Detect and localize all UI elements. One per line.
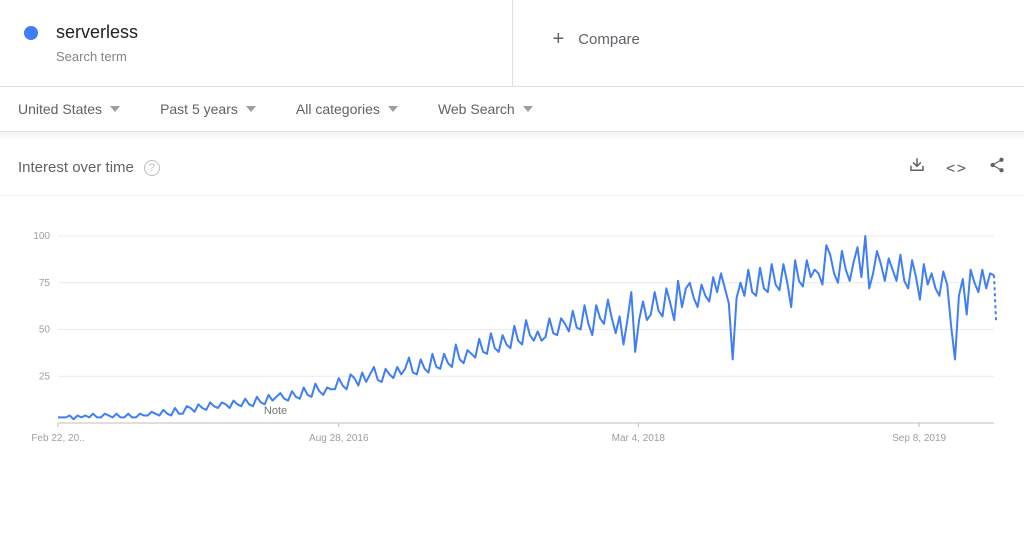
filter-type-label: Web Search bbox=[438, 101, 515, 117]
compare-button[interactable]: + Compare bbox=[537, 22, 1001, 51]
svg-text:100: 100 bbox=[33, 231, 50, 242]
share-icon[interactable] bbox=[988, 156, 1006, 179]
filter-category-label: All categories bbox=[296, 101, 380, 117]
plus-icon: + bbox=[553, 28, 565, 51]
filter-time-label: Past 5 years bbox=[160, 101, 238, 117]
svg-text:Mar 4, 2018: Mar 4, 2018 bbox=[612, 433, 666, 444]
help-icon[interactable]: ? bbox=[144, 160, 160, 176]
download-icon[interactable] bbox=[908, 156, 926, 179]
chevron-down-icon bbox=[523, 106, 533, 112]
svg-text:75: 75 bbox=[39, 278, 51, 289]
svg-text:Feb 22, 20..: Feb 22, 20.. bbox=[31, 433, 84, 444]
chevron-down-icon bbox=[110, 106, 120, 112]
search-subtype: Search term bbox=[56, 49, 138, 64]
chevron-down-icon bbox=[246, 106, 256, 112]
filter-type[interactable]: Web Search bbox=[438, 101, 533, 117]
series-color-dot bbox=[24, 26, 38, 40]
filter-shadow bbox=[0, 132, 1024, 140]
chevron-down-icon bbox=[388, 106, 398, 112]
header-row: serverless Search term + Compare bbox=[0, 0, 1024, 87]
chart-header: Interest over time ? <> bbox=[0, 140, 1024, 196]
chart-area: 25 50 75 100 Feb 22, 20.. Aug 28, 2016 Mar 4, … bbox=[0, 196, 1024, 463]
filter-bar: United States Past 5 years All categorie… bbox=[0, 87, 1024, 132]
interest-chart: 25 50 75 100 Feb 22, 20.. Aug 28, 2016 Mar 4, … bbox=[14, 228, 1002, 453]
svg-text:50: 50 bbox=[39, 325, 51, 336]
embed-icon[interactable]: <> bbox=[946, 159, 968, 177]
filter-region-label: United States bbox=[18, 101, 102, 117]
svg-text:Aug 28, 2016: Aug 28, 2016 bbox=[309, 433, 369, 444]
compare-label: Compare bbox=[578, 31, 640, 48]
filter-category[interactable]: All categories bbox=[296, 101, 398, 117]
svg-text:Note: Note bbox=[264, 405, 287, 417]
term-panel: serverless Search term bbox=[0, 0, 513, 86]
svg-text:25: 25 bbox=[39, 371, 51, 382]
search-term: serverless bbox=[56, 22, 138, 43]
filter-time[interactable]: Past 5 years bbox=[160, 101, 256, 117]
chart-title: Interest over time bbox=[18, 159, 134, 176]
filter-region[interactable]: United States bbox=[18, 101, 120, 117]
svg-text:Sep 8, 2019: Sep 8, 2019 bbox=[892, 433, 946, 444]
compare-panel[interactable]: + Compare bbox=[513, 0, 1024, 86]
chart-actions: <> bbox=[908, 156, 1006, 179]
term-block: serverless Search term bbox=[56, 22, 138, 64]
chart-title-block: Interest over time ? bbox=[18, 159, 160, 176]
